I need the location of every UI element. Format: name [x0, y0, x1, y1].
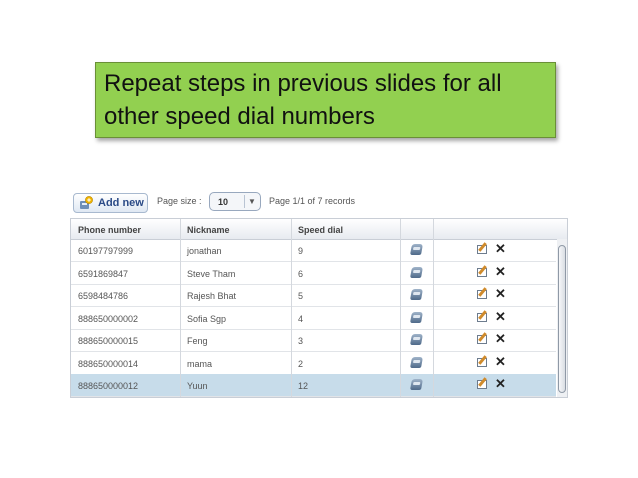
records-info: Page 1/1 of 7 records [269, 196, 356, 206]
edit-icon[interactable] [477, 290, 487, 299]
edit-icon[interactable] [477, 267, 487, 277]
chevron-down-icon: ▼ [248, 197, 256, 206]
select-divider [244, 195, 245, 208]
instruction-callout: Repeat steps in previous slides for all … [95, 62, 556, 138]
cell-phone-number: 888650000002 [78, 313, 139, 324]
cell-nickname: jonathan [187, 246, 222, 256]
cell-speed-dial: 12 [298, 381, 309, 391]
delete-icon[interactable]: ✕ [495, 331, 506, 347]
cell-nickname: Steve Tham [187, 268, 236, 279]
phone-icon[interactable] [410, 289, 423, 300]
column-divider [400, 219, 401, 397]
add-new-label: Add new [98, 197, 144, 209]
add-phone-icon [80, 196, 93, 209]
callout-line-1: Repeat steps in previous slides for all [104, 70, 502, 97]
add-new-button[interactable]: Add new [73, 193, 148, 213]
delete-icon[interactable]: ✕ [495, 376, 506, 392]
cell-nickname: Feng [187, 336, 208, 346]
cell-nickname: Rajesh Bhat [187, 291, 237, 301]
table-row[interactable]: 888650000002 Sofia Sgp 4 ✕ [71, 307, 556, 330]
cell-phone-number: 888650000012 [78, 381, 139, 391]
header-phone-number[interactable]: Phone number [78, 225, 141, 235]
callout-line-2: other speed dial numbers [104, 103, 375, 130]
phone-icon[interactable] [410, 311, 423, 323]
delete-icon[interactable]: ✕ [495, 309, 506, 325]
cell-speed-dial: 4 [298, 313, 304, 324]
delete-icon[interactable]: ✕ [495, 241, 506, 257]
column-divider [180, 219, 181, 397]
table-row[interactable]: 888650000012 Yuun 12 ✕ [71, 374, 556, 397]
cell-phone-number: 888650000014 [78, 358, 139, 369]
cell-phone-number: 60197797999 [78, 246, 134, 256]
table-row[interactable]: 6598484786 Rajesh Bhat 5 ✕ [71, 284, 556, 307]
table-header: Phone number Nickname Speed dial [71, 219, 567, 240]
phone-icon[interactable] [410, 379, 423, 390]
table-row[interactable]: 888650000015 Feng 3 ✕ [71, 329, 556, 352]
grid-toolbar: Add new Page size : 10 ▼ Page 1/1 of 7 r… [70, 190, 568, 218]
edit-icon[interactable] [477, 380, 487, 389]
phone-icon[interactable] [410, 244, 423, 255]
edit-icon[interactable] [477, 312, 487, 322]
page-size-label: Page size : [157, 196, 202, 206]
table-row[interactable]: 6591869847 Steve Tham 6 ✕ [71, 262, 556, 285]
cell-speed-dial: 5 [298, 291, 304, 301]
cell-phone-number: 6591869847 [78, 268, 129, 279]
edit-icon[interactable] [477, 245, 487, 254]
speed-dial-panel: Add new Page size : 10 ▼ Page 1/1 of 7 r… [70, 190, 568, 400]
delete-icon[interactable]: ✕ [495, 286, 506, 302]
cell-phone-number: 888650000015 [78, 336, 139, 346]
cell-speed-dial: 2 [298, 358, 304, 369]
column-divider [291, 219, 292, 397]
cell-speed-dial: 9 [298, 246, 304, 256]
edit-icon[interactable] [477, 335, 487, 344]
page-size-value: 10 [218, 197, 229, 207]
cell-speed-dial: 3 [298, 336, 304, 346]
cell-nickname: Yuun [187, 381, 208, 391]
column-divider [433, 219, 434, 397]
cell-nickname: Sofia Sgp [187, 313, 227, 324]
phone-icon[interactable] [410, 334, 423, 345]
cell-nickname: mama [187, 358, 213, 369]
header-nickname[interactable]: Nickname [187, 225, 230, 235]
cell-speed-dial: 6 [298, 268, 304, 279]
edit-icon[interactable] [477, 357, 487, 367]
table-row[interactable]: 888650000014 mama 2 ✕ [71, 352, 556, 375]
cell-phone-number: 6598484786 [78, 291, 129, 301]
speed-dial-table: Phone number Nickname Speed dial 6019779… [70, 218, 568, 398]
page-size-select[interactable]: 10 ▼ [209, 192, 261, 211]
delete-icon[interactable]: ✕ [495, 264, 506, 280]
phone-icon[interactable] [410, 356, 423, 368]
phone-icon[interactable] [410, 266, 423, 278]
delete-icon[interactable]: ✕ [495, 354, 506, 370]
header-speed-dial[interactable]: Speed dial [298, 225, 343, 235]
table-row[interactable]: 60197797999 jonathan 9 ✕ [71, 239, 556, 262]
scrollbar-thumb[interactable] [558, 245, 566, 393]
